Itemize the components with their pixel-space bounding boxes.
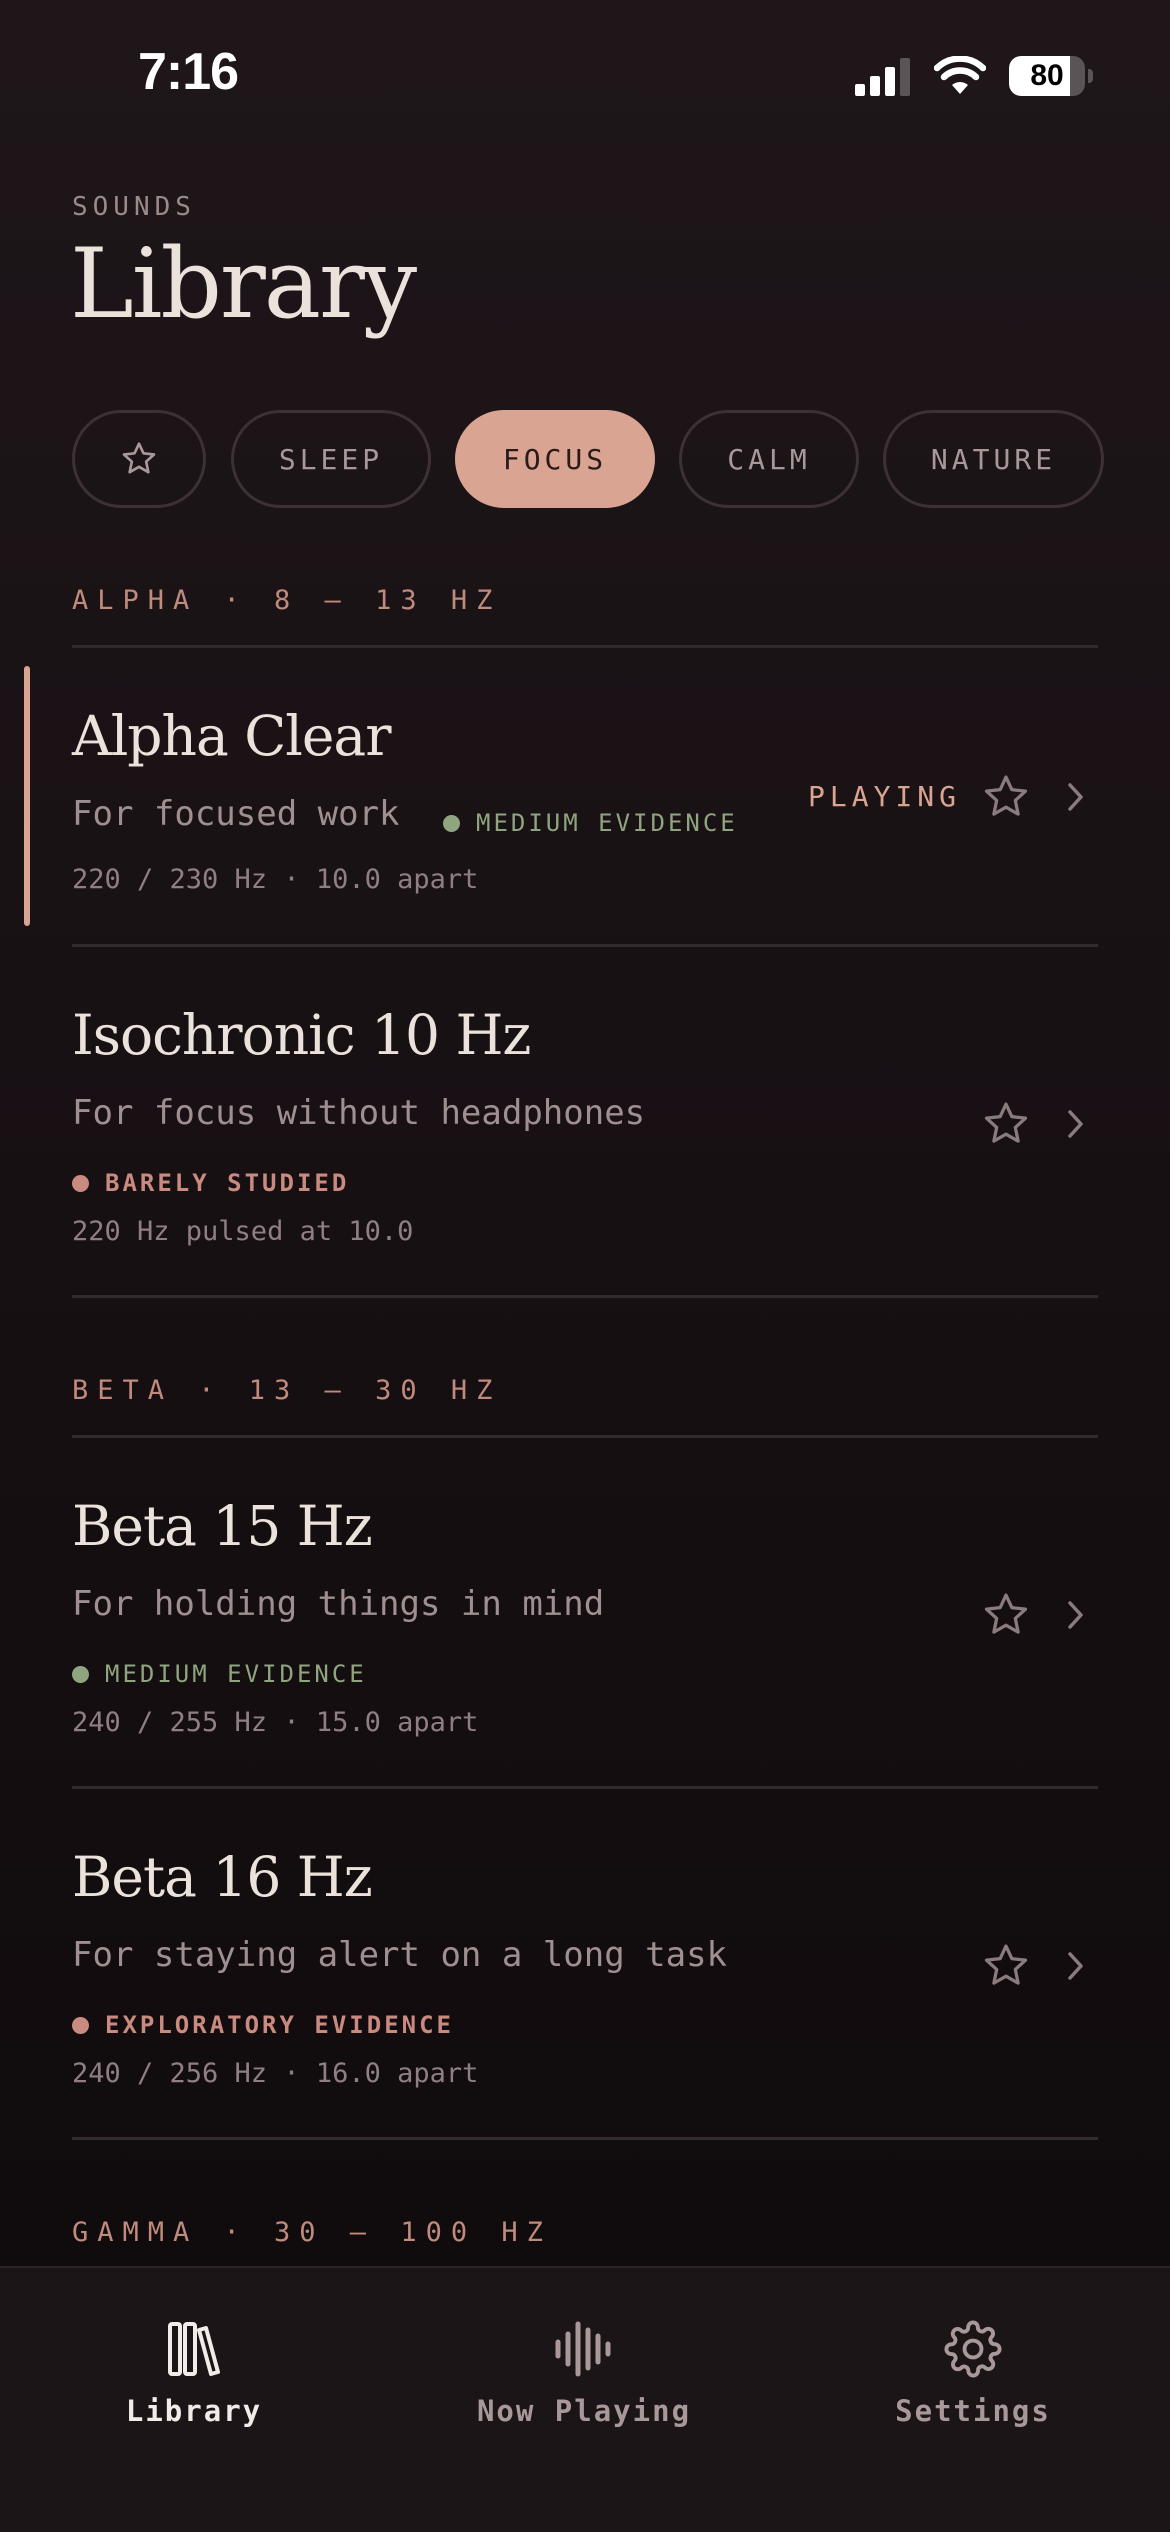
track-frequency: 240 / 256 Hz · 16.0 apart (72, 2058, 479, 2089)
favorite-star-icon[interactable] (980, 771, 1032, 823)
track-description: For staying alert on a long task (72, 1935, 728, 1975)
track-description: For holding things in mind (72, 1584, 605, 1624)
evidence-label: BARELY STUDIED (105, 1169, 350, 1197)
now-playing-indicator (24, 666, 30, 926)
favorites-filter-chip[interactable] (72, 410, 206, 508)
track-row-alpha-clear[interactable]: Alpha Clear For focused work MEDIUM EVID… (0, 648, 1170, 944)
track-description: For focused work (72, 794, 400, 834)
favorite-star-icon[interactable] (980, 1098, 1032, 1150)
divider (72, 1295, 1098, 1298)
page-title: Library (70, 228, 417, 340)
waveform-icon (555, 2321, 611, 2377)
cellular-signal-icon (855, 58, 910, 96)
filter-chip-sleep[interactable]: SLEEP (231, 410, 431, 508)
favorite-star-icon[interactable] (980, 1940, 1032, 1992)
tab-settings[interactable]: Settings (823, 2268, 1123, 2468)
tab-label: Settings (895, 2394, 1051, 2428)
evidence-dot (72, 1174, 89, 1192)
chevron-right-icon[interactable] (1058, 1944, 1092, 1988)
status-time: 7:16 (138, 43, 239, 101)
track-frequency: 240 / 255 Hz · 15.0 apart (72, 1707, 479, 1738)
wifi-icon (934, 56, 986, 94)
track-description: For focus without headphones (72, 1093, 646, 1133)
tab-label: Now Playing (476, 2394, 692, 2428)
divider (72, 2137, 1098, 2140)
evidence-label: EXPLORATORY EVIDENCE (105, 2011, 454, 2039)
status-bar: 7:16 80 (0, 0, 1170, 150)
evidence-dot (72, 2016, 89, 2034)
tab-now-playing[interactable]: Now Playing (434, 2268, 734, 2468)
filter-chip-focus[interactable]: FOCUS (455, 410, 655, 508)
chevron-right-icon[interactable] (1058, 1102, 1092, 1146)
evidence-label: MEDIUM EVIDENCE (105, 1660, 367, 1688)
track-title: Beta 15 Hz (72, 1494, 373, 1558)
gear-icon (944, 2320, 1002, 2378)
section-header-alpha: ALPHA · 8 – 13 HZ (72, 585, 502, 616)
battery-percent: 80 (1030, 59, 1064, 92)
page-eyebrow: SOUNDS (72, 192, 196, 222)
evidence-badge: MEDIUM EVIDENCE (443, 809, 738, 837)
evidence-dot (443, 814, 460, 832)
playing-status: PLAYING (808, 780, 962, 813)
track-title: Alpha Clear (72, 704, 392, 768)
track-row-beta-15hz[interactable]: Beta 15 Hz For holding things in mind ME… (0, 1438, 1170, 1786)
battery-indicator: 80 (1009, 56, 1093, 96)
evidence-badge: MEDIUM EVIDENCE (72, 1660, 367, 1688)
evidence-dot (72, 1665, 89, 1683)
section-header-beta: BETA · 13 – 30 HZ (72, 1375, 502, 1406)
evidence-label: MEDIUM EVIDENCE (476, 809, 738, 837)
track-frequency: 220 Hz pulsed at 10.0 (72, 1216, 414, 1247)
library-icon (168, 2322, 220, 2376)
favorite-star-icon[interactable] (980, 1589, 1032, 1641)
section-header-gamma: GAMMA · 30 – 100 HZ (72, 2217, 552, 2248)
filter-chip-calm[interactable]: CALM (679, 410, 859, 508)
tab-label: Library (125, 2394, 263, 2428)
tab-bar: Library Now Playing Settings (0, 2266, 1170, 2532)
chevron-right-icon[interactable] (1058, 1593, 1092, 1637)
tab-library[interactable]: Library (44, 2268, 344, 2468)
track-row-isochronic-10hz[interactable]: Isochronic 10 Hz For focus without headp… (0, 947, 1170, 1295)
evidence-badge: BARELY STUDIED (72, 1169, 349, 1197)
track-frequency: 220 / 230 Hz · 10.0 apart (72, 864, 479, 895)
star-icon (122, 442, 156, 474)
evidence-badge: EXPLORATORY EVIDENCE (72, 2011, 454, 2039)
track-row-beta-16hz[interactable]: Beta 16 Hz For staying alert on a long t… (0, 1789, 1170, 2137)
filter-chip-nature[interactable]: NATURE (883, 410, 1104, 508)
chevron-right-icon[interactable] (1058, 775, 1092, 819)
track-title: Beta 16 Hz (72, 1845, 373, 1909)
track-title: Isochronic 10 Hz (72, 1003, 531, 1067)
